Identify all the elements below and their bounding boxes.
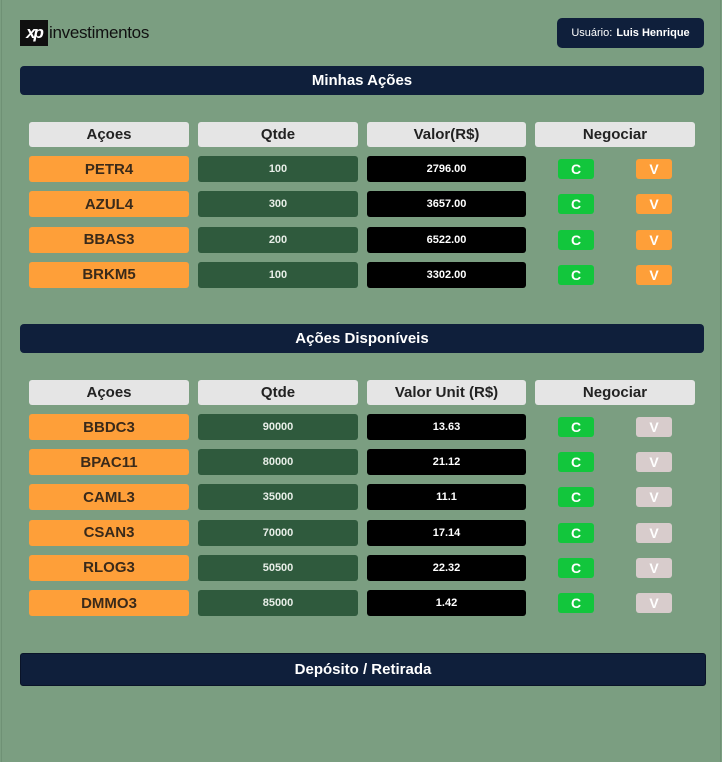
- disponiveis-buy-button[interactable]: C: [558, 452, 594, 473]
- disponiveis-qty-cell: 70000: [198, 519, 358, 546]
- disponiveis-qty-cell: 90000: [198, 414, 358, 440]
- disponiveis-qty-cell: 35000: [198, 484, 358, 511]
- minhas-buy-button[interactable]: C: [558, 229, 594, 250]
- minhas-qty-cell: 200: [198, 226, 358, 253]
- disponiveis-stock-cell: CAML3: [29, 484, 189, 511]
- section-acoes-disponiveis: Ações Disponíveis: [20, 324, 704, 353]
- disponiveis-buy-button[interactable]: C: [558, 522, 594, 543]
- user-badge: Usuário: Luis Henrique: [557, 18, 704, 48]
- minhas-value-cell: 2796.00: [367, 156, 526, 182]
- disponiveis-sell-button[interactable]: V: [636, 593, 672, 613]
- disponiveis-value-cell: 21.12: [367, 449, 526, 476]
- disponiveis-stock-cell: RLOG3: [29, 554, 189, 581]
- minhas-buy-button[interactable]: C: [558, 159, 594, 179]
- disponiveis-header-0: Açoes: [29, 380, 189, 405]
- minhas-value-cell: 3657.00: [367, 191, 526, 218]
- minhas-stock-cell: BBAS3: [29, 226, 189, 253]
- disponiveis-value-cell: 1.42: [367, 590, 526, 616]
- disponiveis-value-cell: 11.1: [367, 484, 526, 511]
- disponiveis-stock-cell: DMMO3: [29, 590, 189, 616]
- disponiveis-qty-cell: 85000: [198, 590, 358, 616]
- minhas-stock-cell: AZUL4: [29, 191, 189, 218]
- minhas-buy-button[interactable]: C: [558, 194, 594, 215]
- disponiveis-sell-button[interactable]: V: [636, 452, 672, 473]
- minhas-stock-cell: PETR4: [29, 156, 189, 182]
- logo-text: investimentos: [49, 23, 150, 42]
- disponiveis-header-2: Valor Unit (R$): [367, 380, 526, 405]
- disponiveis-header-3: Negociar: [535, 380, 695, 405]
- minhas-sell-button[interactable]: V: [636, 229, 672, 250]
- minhas-qty-cell: 300: [198, 191, 358, 218]
- minhas-value-cell: 6522.00: [367, 226, 526, 253]
- section-minhas-acoes: Minhas Ações: [20, 66, 704, 95]
- disponiveis-qty-cell: 80000: [198, 449, 358, 476]
- disponiveis-buy-button[interactable]: C: [558, 417, 594, 437]
- disponiveis-value-cell: 22.32: [367, 554, 526, 581]
- minhas-header-0: Açoes: [29, 122, 189, 147]
- minhas-header-1: Qtde: [198, 122, 358, 147]
- disponiveis-buy-button[interactable]: C: [558, 487, 594, 508]
- minhas-buy-button[interactable]: C: [558, 264, 594, 285]
- disponiveis-stock-cell: BBDC3: [29, 414, 189, 440]
- minhas-qty-cell: 100: [198, 156, 358, 182]
- disponiveis-sell-button[interactable]: V: [636, 557, 672, 578]
- minhas-sell-button[interactable]: V: [636, 264, 672, 285]
- minhas-header-3: Negociar: [535, 122, 695, 147]
- logo-mark: xp: [20, 20, 48, 46]
- xp-logo: xp investimentos: [20, 20, 149, 46]
- minhas-sell-button[interactable]: V: [636, 194, 672, 215]
- disponiveis-qty-cell: 50500: [198, 554, 358, 581]
- disponiveis-buy-button[interactable]: C: [558, 557, 594, 578]
- disponiveis-header-1: Qtde: [198, 380, 358, 405]
- minhas-qty-cell: 100: [198, 261, 358, 288]
- disponiveis-sell-button[interactable]: V: [636, 522, 672, 543]
- minhas-sell-button[interactable]: V: [636, 159, 672, 179]
- section-deposito-retirada[interactable]: Depósito / Retirada: [20, 653, 706, 686]
- disponiveis-stock-cell: BPAC11: [29, 449, 189, 476]
- minhas-stock-cell: BRKM5: [29, 261, 189, 288]
- disponiveis-value-cell: 17.14: [367, 519, 526, 546]
- minhas-value-cell: 3302.00: [367, 261, 526, 288]
- disponiveis-sell-button[interactable]: V: [636, 487, 672, 508]
- disponiveis-sell-button[interactable]: V: [636, 417, 672, 437]
- minhas-header-2: Valor(R$): [367, 122, 526, 147]
- user-name: Luis Henrique: [616, 27, 690, 39]
- disponiveis-value-cell: 13.63: [367, 414, 526, 440]
- user-label: Usuário:: [571, 27, 613, 39]
- disponiveis-stock-cell: CSAN3: [29, 519, 189, 546]
- disponiveis-buy-button[interactable]: C: [558, 593, 594, 613]
